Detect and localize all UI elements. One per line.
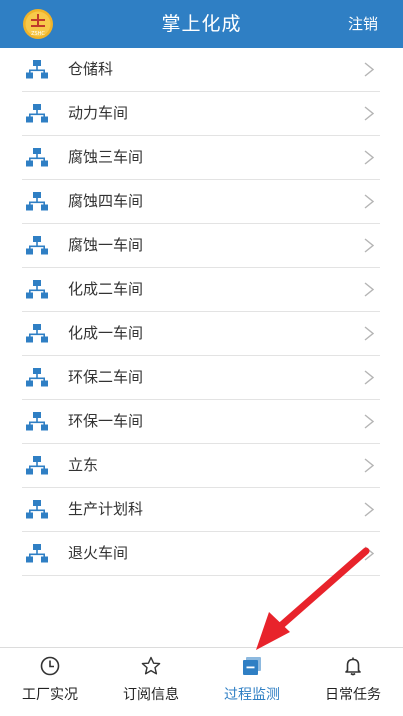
annotation-arrow xyxy=(256,547,370,650)
